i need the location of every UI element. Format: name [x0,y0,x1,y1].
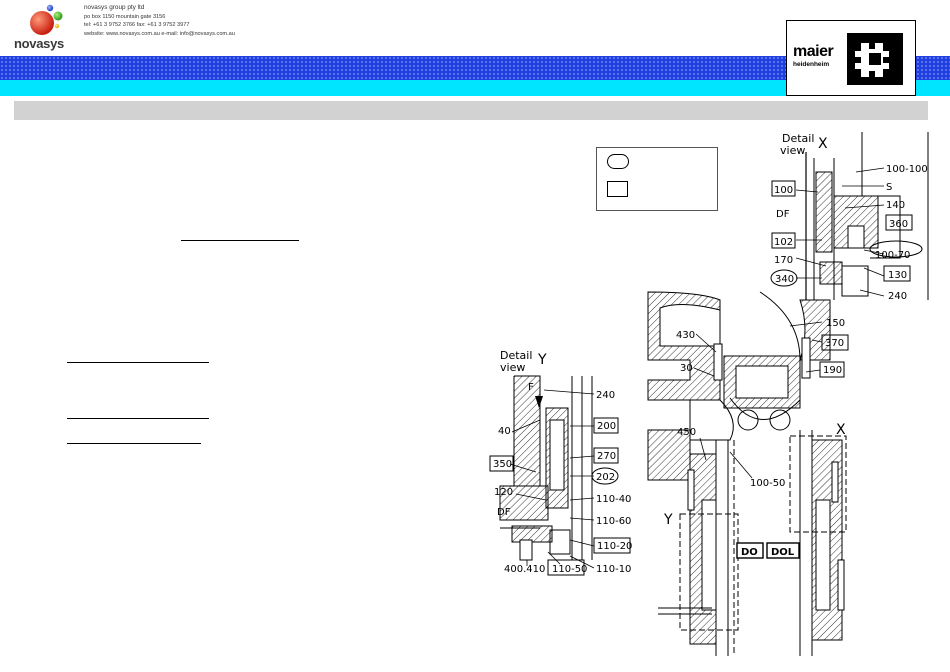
label-100-100: 100-100 [886,164,928,175]
label-200: 200 [597,421,616,432]
label-s: S [886,182,892,193]
postal-address: po box 1150 mountain gate 3156 [84,13,166,20]
label-130: 130 [888,270,907,281]
label-100: 100 [774,185,793,196]
legend-box [596,147,718,211]
label-400-410: 400.410 [504,564,545,575]
underline-1 [181,240,299,241]
label-240-x: 240 [888,291,907,302]
main-assembly-drawing [647,291,849,656]
label-110-50: 110-50 [552,564,587,575]
label-202: 202 [596,472,615,483]
oval-symbol-icon [607,154,629,169]
underline-4 [67,443,201,444]
label-150: 150 [826,318,845,329]
detail-x-title-2: view [780,144,805,157]
partner-subname: heidenheim [793,61,830,68]
logo-wordmark: novasys [14,36,64,51]
label-df-y: DF [497,507,511,518]
label-y-main: Y [663,512,673,528]
title-bar [14,101,928,120]
label-110-60: 110-60 [596,516,631,527]
novasys-logo: novasys [14,2,84,52]
detail-y-title-1: Detail [500,349,532,362]
square-symbol-icon [607,181,628,197]
company-name: novasys group pty ltd [84,4,145,11]
contact-block: novasys group pty ltd po box 1150 mounta… [84,4,235,38]
label-360: 360 [889,219,908,230]
web-email: website: www.novasys.com.au e-mail: info… [84,30,235,37]
label-270: 270 [597,451,616,462]
label-30: 30 [680,363,693,374]
label-240-y: 240 [596,390,615,401]
label-df-x: DF [776,209,790,220]
label-120: 120 [494,487,513,498]
label-100-50: 100-50 [750,478,785,489]
label-102: 102 [774,237,793,248]
detail-y-drawing [489,375,631,576]
label-340: 340 [775,274,794,285]
label-x-main: X [836,422,846,438]
label-190: 190 [823,365,842,376]
label-40: 40 [498,426,511,437]
label-170: 170 [774,255,793,266]
label-110-10: 110-10 [596,564,631,575]
partner-name: maier [793,43,834,60]
underline-3 [67,418,209,419]
underline-2 [67,362,209,363]
label-100-70: 100-70 [875,250,910,261]
detail-x-title-1: Detail [782,132,814,145]
label-dol: DOL [771,547,795,558]
label-140: 140 [886,200,905,211]
label-do: DO [741,547,758,558]
phone-fax: tel: +61 3 9752 3766 fax: +61 3 9752 397… [84,22,190,29]
label-110-40: 110-40 [596,494,631,505]
label-450: 450 [677,427,696,438]
label-f: F [528,382,534,393]
label-350: 350 [493,459,512,470]
detail-x-drawing [770,132,929,300]
label-370: 370 [825,338,844,349]
gear-emblem-icon [847,33,903,85]
detail-y-title-2: view [500,361,525,374]
label-110-20: 110-20 [597,541,632,552]
label-430: 430 [676,330,695,341]
detail-y-letter: Y [537,352,547,368]
maier-heidenheim-logo: maier heidenheim [786,20,916,96]
detail-x-letter: X [818,136,828,152]
